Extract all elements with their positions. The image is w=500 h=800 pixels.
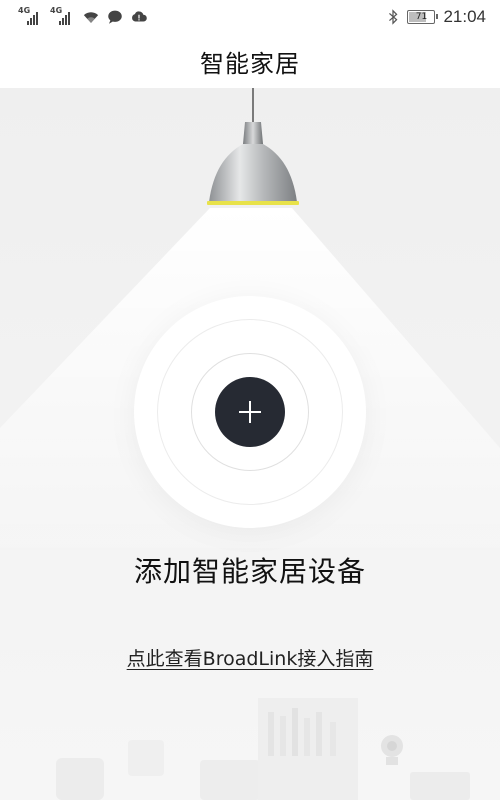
battery-icon: 71 [407, 10, 439, 24]
room-illustration [56, 698, 470, 800]
page-title: 智能家居 [200, 49, 300, 78]
pendant-lamp-icon [207, 88, 299, 205]
add-device-button[interactable] [215, 377, 285, 447]
chat-icon [108, 10, 122, 24]
signal-icon: 4G [18, 7, 44, 27]
title-bar: 智能家居 [0, 34, 500, 88]
status-left: 4G 4G [18, 7, 148, 27]
battery-text: 71 [415, 12, 428, 22]
main-content: 添加智能家居设备 点此查看BroadLink接入指南 [0, 88, 500, 800]
wifi-icon [83, 12, 99, 23]
clock: 21:04 [443, 7, 486, 26]
status-bar: 4G 4G 71 21:04 [0, 0, 500, 34]
add-device-title: 添加智能家居设备 [133, 555, 366, 588]
add-device-area [134, 296, 366, 528]
cloud-icon [132, 11, 147, 22]
status-right: 71 21:04 [387, 7, 486, 27]
plus-icon [239, 401, 261, 423]
bluetooth-icon [389, 9, 398, 25]
signal-icon: 4G [50, 7, 76, 27]
